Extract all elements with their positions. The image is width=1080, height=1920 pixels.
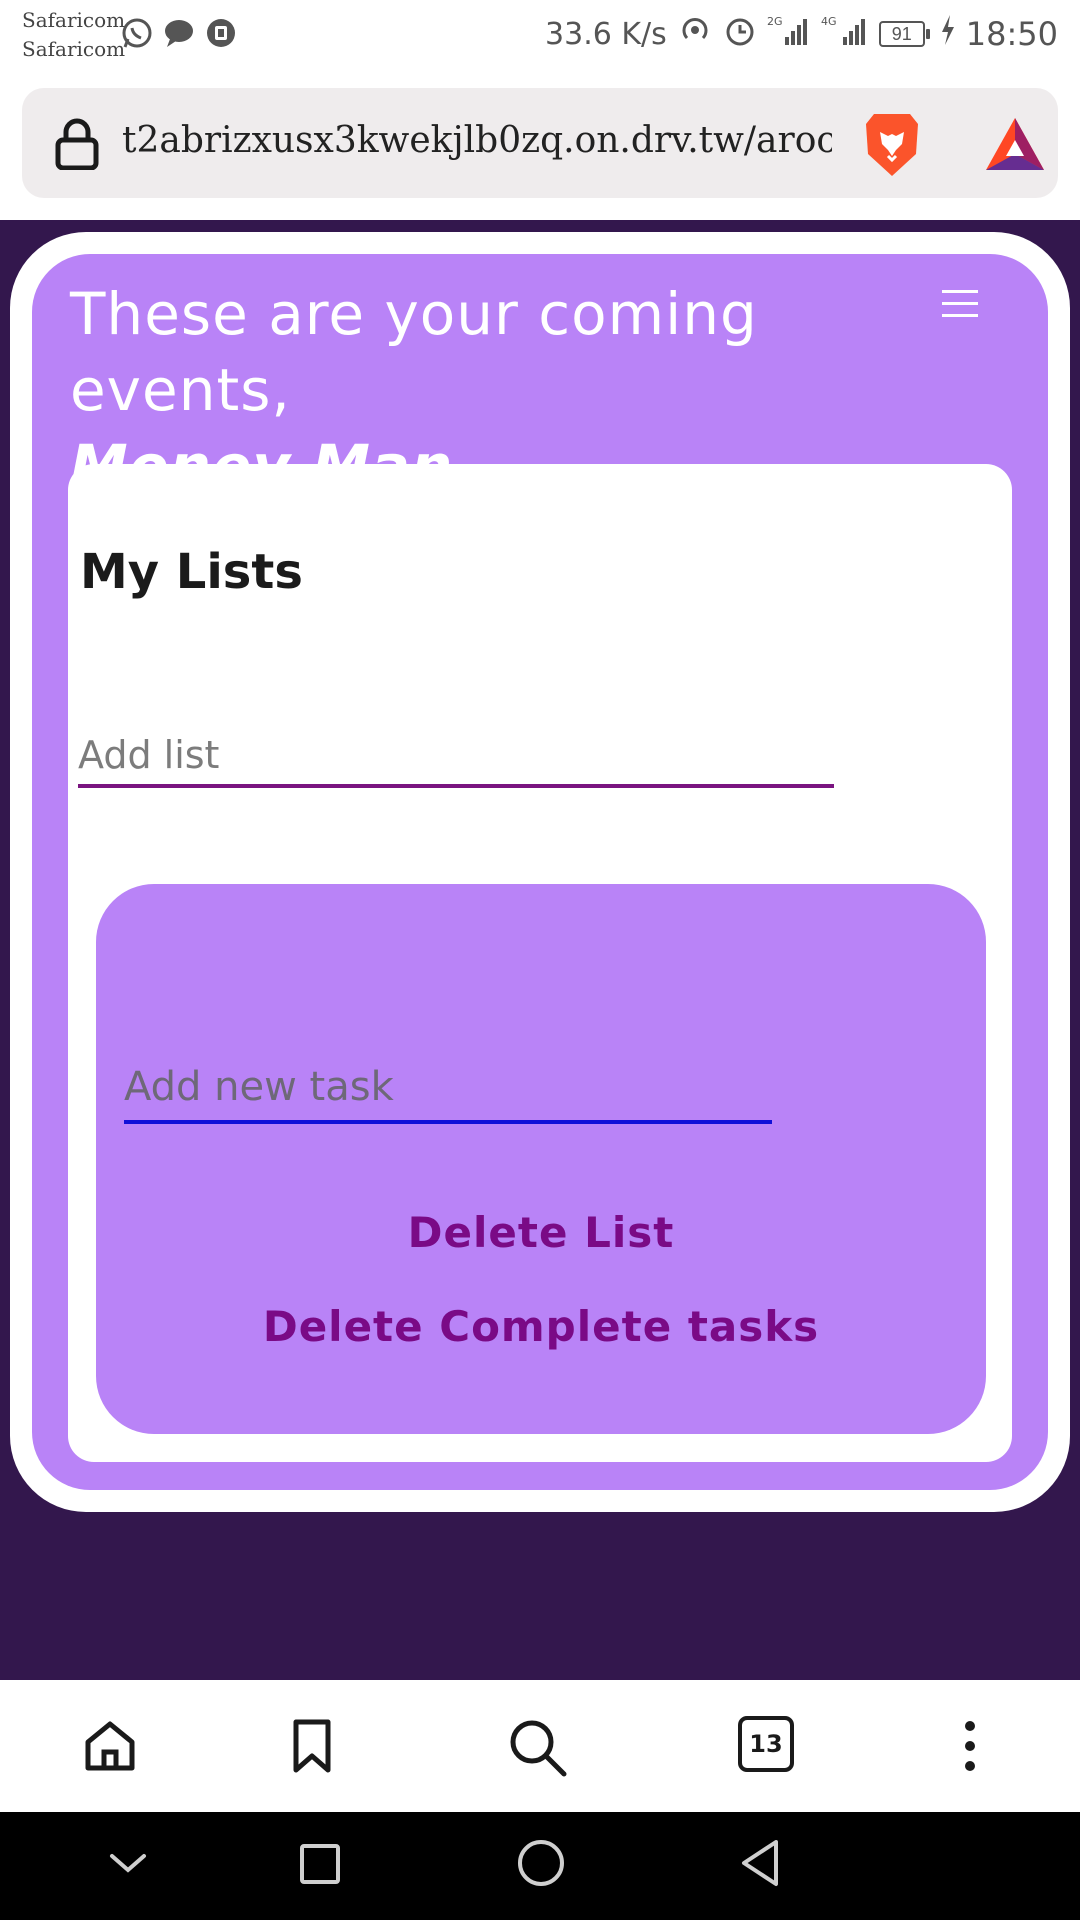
battery-icon: 91: [878, 21, 930, 47]
carrier-labels: Safaricom Safaricom: [22, 6, 125, 64]
recents-icon[interactable]: [298, 1842, 342, 1891]
search-icon[interactable]: [508, 1718, 568, 1783]
signal-2g-icon: 2G: [767, 13, 811, 55]
app-container: These are your coming events, Money Man …: [32, 254, 1048, 1490]
status-bar: Safaricom Safaricom 33.6 K/s 2G 4G 91 18…: [0, 0, 1080, 80]
tab-count[interactable]: 13: [738, 1716, 794, 1772]
address-bar[interactable]: t2abrizxusx3kwekjlb0zq.on.drv.tw/arookin…: [22, 88, 1058, 198]
url-text[interactable]: t2abrizxusx3kwekjlb0zq.on.drv.tw/arookin…: [122, 120, 832, 161]
menu-icon[interactable]: [942, 288, 982, 320]
delete-list-button[interactable]: Delete List: [96, 1208, 986, 1257]
battery-level: 91: [878, 21, 925, 47]
notification-icons: [120, 16, 238, 55]
brave-lion-icon[interactable]: [860, 110, 924, 185]
collapse-icon[interactable]: [106, 1850, 150, 1883]
carrier-1: Safaricom: [22, 8, 126, 32]
task-panel: Delete List Delete Complete tasks: [96, 884, 986, 1434]
browser-toolbar: 13: [0, 1680, 1080, 1812]
heading-text: These are your coming events,: [70, 280, 758, 424]
carrier-2: Safaricom: [22, 37, 126, 61]
clock: 18:50: [965, 15, 1058, 53]
bookmark-icon[interactable]: [290, 1718, 334, 1779]
whatsapp-icon: [120, 16, 154, 55]
system-nav-bar: [0, 1812, 1080, 1920]
hotspot-icon: [677, 12, 713, 56]
back-icon[interactable]: [736, 1838, 784, 1893]
delete-complete-tasks-button[interactable]: Delete Complete tasks: [96, 1302, 986, 1351]
network-speed: 33.6 K/s: [545, 16, 667, 52]
app-frame: These are your coming events, Money Man …: [10, 232, 1070, 1512]
tabs-icon[interactable]: 13: [738, 1716, 794, 1772]
message-icon: [162, 16, 196, 55]
lists-title: My Lists: [80, 544, 303, 600]
alarm-icon: [723, 13, 757, 55]
add-task-input[interactable]: [124, 1062, 772, 1124]
home-icon[interactable]: [82, 1718, 138, 1779]
web-page: These are your coming events, Money Man …: [0, 220, 1080, 1680]
more-icon[interactable]: [958, 1718, 982, 1779]
shield-icon: [204, 16, 238, 55]
add-list-input[interactable]: [78, 732, 834, 788]
lists-card: My Lists Delete List Delete Complete tas…: [68, 464, 1012, 1462]
signal-4g-icon: 4G: [821, 13, 869, 55]
svg-text:2G: 2G: [767, 15, 783, 28]
bat-rewards-icon[interactable]: [982, 114, 1048, 179]
charging-icon: [940, 15, 956, 53]
home-circle-icon[interactable]: [516, 1838, 566, 1893]
svg-text:4G: 4G: [821, 15, 837, 28]
lock-icon[interactable]: [54, 118, 100, 175]
status-right: 33.6 K/s 2G 4G 91 18:50: [545, 12, 1058, 56]
